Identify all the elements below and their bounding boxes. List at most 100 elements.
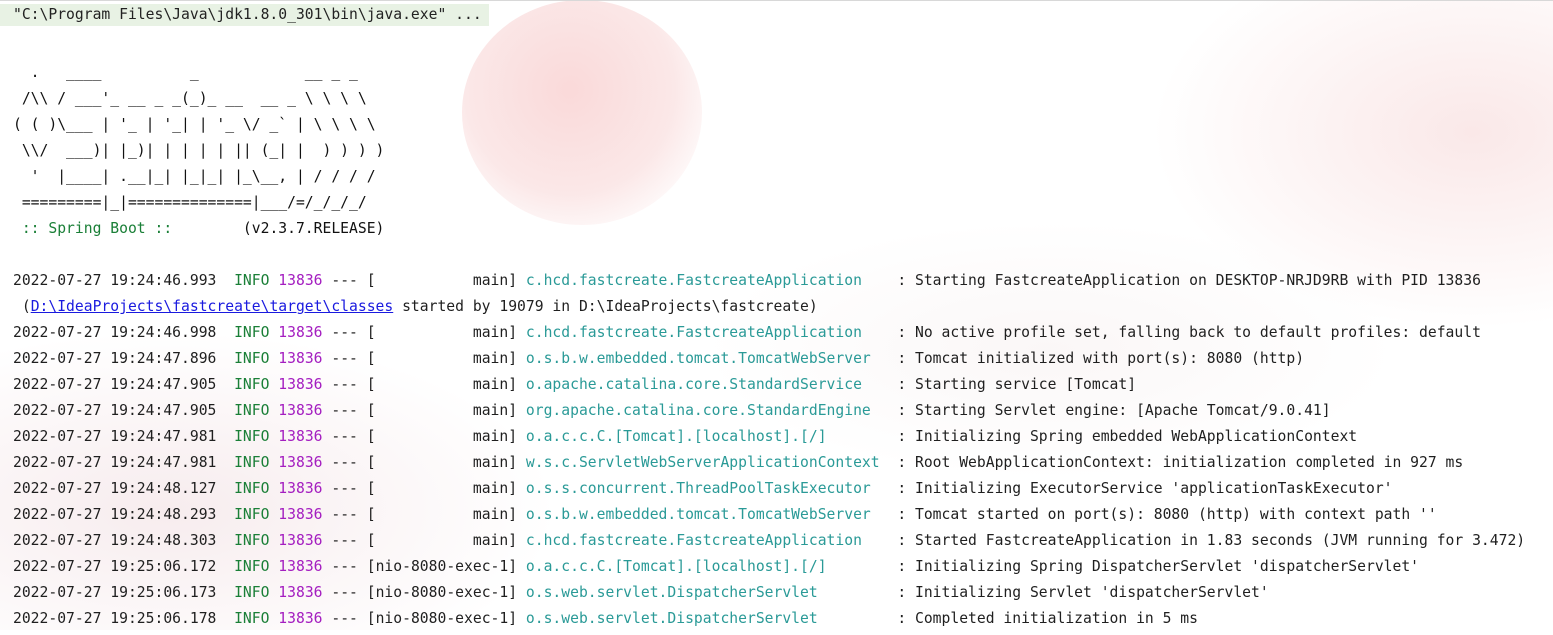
log-pid: 13836: [278, 350, 323, 367]
log-message: : Initializing Spring embedded WebApplic…: [897, 428, 1358, 445]
log-logger: c.hcd.fastcreate.FastcreateApplication: [525, 272, 889, 289]
log-message: : Started FastcreateApplication in 1.83 …: [897, 532, 1526, 549]
log-message: : Initializing Servlet 'dispatcherServle…: [897, 584, 1269, 601]
log-logger: c.hcd.fastcreate.FastcreateApplication: [525, 324, 889, 341]
log-line: 2022-07-27 19:24:47.905 INFO 13836 --- […: [13, 374, 1136, 396]
log-message: : Starting service [Tomcat]: [897, 376, 1137, 393]
log-timestamp: 2022-07-27 19:24:47.896: [13, 350, 217, 367]
log-level: INFO: [234, 350, 270, 367]
log-level: INFO: [234, 610, 270, 627]
log-separator: ---: [322, 454, 367, 471]
log-separator: ---: [322, 376, 367, 393]
log-separator: ---: [322, 428, 367, 445]
log-separator: ---: [322, 558, 367, 575]
log-logger: o.s.web.servlet.DispatcherServlet: [525, 584, 889, 601]
log-level: INFO: [234, 376, 270, 393]
log-timestamp: 2022-07-27 19:24:48.303: [13, 532, 217, 549]
log-separator: ---: [322, 324, 367, 341]
log-thread: [nio-8080-exec-1]: [366, 610, 518, 627]
log-timestamp: 2022-07-27 19:24:48.293: [13, 506, 217, 523]
log-message: : Tomcat started on port(s): 8080 (http)…: [897, 506, 1437, 523]
log-separator: ---: [322, 272, 367, 289]
log-logger: o.s.b.w.embedded.tomcat.TomcatWebServer: [525, 506, 889, 523]
log-message: : Tomcat initialized with port(s): 8080 …: [897, 350, 1305, 367]
log-separator: ---: [322, 610, 367, 627]
log-separator: ---: [322, 532, 367, 549]
log-thread: [ main]: [366, 532, 518, 549]
log-message: : Root WebApplicationContext: initializa…: [897, 454, 1464, 471]
log-thread: [ main]: [366, 324, 518, 341]
log-message: : Starting Servlet engine: [Apache Tomca…: [897, 402, 1331, 419]
banner-line: \\/ ___)| |_)| | | | | || (_| | ) ) ) ): [13, 142, 385, 159]
log-timestamp: 2022-07-27 19:24:47.905: [13, 376, 217, 393]
log-thread: [ main]: [366, 376, 518, 393]
log-logger: org.apache.catalina.core.StandardEngine: [525, 402, 889, 419]
log-pid: 13836: [278, 558, 323, 575]
log-pid: 13836: [278, 506, 323, 523]
log-pid: 13836: [278, 610, 323, 627]
continuation-suffix: started by 19079 in D:\IdeaProjects\fast…: [393, 298, 818, 315]
log-level: INFO: [234, 402, 270, 419]
run-console-output[interactable]: "C:\Program Files\Java\jdk1.8.0_301\bin\…: [0, 0, 1553, 635]
log-pid: 13836: [278, 480, 323, 497]
log-line: 2022-07-27 19:24:47.981 INFO 13836 --- […: [13, 426, 1357, 448]
log-thread: [ main]: [366, 428, 518, 445]
log-level: INFO: [234, 272, 270, 289]
log-thread: [nio-8080-exec-1]: [366, 558, 518, 575]
log-separator: ---: [322, 584, 367, 601]
log-level: INFO: [234, 558, 270, 575]
log-thread: [ main]: [366, 350, 518, 367]
log-pid: 13836: [278, 376, 323, 393]
log-pid: 13836: [278, 532, 323, 549]
log-pid: 13836: [278, 272, 323, 289]
log-message: : Completed initialization in 5 ms: [897, 610, 1198, 627]
log-thread: [ main]: [366, 480, 518, 497]
log-separator: ---: [322, 480, 367, 497]
log-line: 2022-07-27 19:24:48.127 INFO 13836 --- […: [13, 478, 1393, 500]
banner-line: ' |____| .__|_| |_|_| |_\__, | / / / /: [13, 168, 376, 185]
log-level: INFO: [234, 454, 270, 471]
log-line: 2022-07-27 19:24:48.293 INFO 13836 --- […: [13, 504, 1437, 526]
log-separator: ---: [322, 506, 367, 523]
log-logger: c.hcd.fastcreate.FastcreateApplication: [525, 532, 889, 549]
log-timestamp: 2022-07-27 19:24:47.981: [13, 428, 217, 445]
log-timestamp: 2022-07-27 19:24:46.993: [13, 272, 217, 289]
log-thread: [ main]: [366, 272, 518, 289]
log-logger: o.a.c.c.C.[Tomcat].[localhost].[/]: [525, 428, 889, 445]
log-pid: 13836: [278, 584, 323, 601]
log-line: 2022-07-27 19:24:47.896 INFO 13836 --- […: [13, 348, 1304, 370]
log-line: 2022-07-27 19:24:47.905 INFO 13836 --- […: [13, 400, 1331, 422]
log-level: INFO: [234, 584, 270, 601]
log-continuation-line: (D:\IdeaProjects\fastcreate\target\class…: [13, 296, 818, 318]
spring-boot-label: :: Spring Boot ::: [13, 220, 182, 237]
command-line[interactable]: "C:\Program Files\Java\jdk1.8.0_301\bin\…: [0, 4, 489, 26]
banner-line: ( ( )\___ | '_ | '_| | '_ \/ _` | \ \ \ …: [13, 116, 376, 133]
log-message: : No active profile set, falling back to…: [897, 324, 1481, 341]
log-level: INFO: [234, 324, 270, 341]
log-message: : Starting FastcreateApplication on DESK…: [897, 272, 1481, 289]
classpath-link[interactable]: D:\IdeaProjects\fastcreate\target\classe…: [31, 298, 394, 315]
log-line: 2022-07-27 19:24:48.303 INFO 13836 --- […: [13, 530, 1525, 552]
log-separator: ---: [322, 402, 367, 419]
log-pid: 13836: [278, 324, 323, 341]
log-pid: 13836: [278, 402, 323, 419]
log-level: INFO: [234, 428, 270, 445]
log-pid: 13836: [278, 454, 323, 471]
log-line: 2022-07-27 19:24:46.998 INFO 13836 --- […: [13, 322, 1481, 344]
log-line: 2022-07-27 19:24:46.993 INFO 13836 --- […: [13, 270, 1481, 292]
spring-boot-version: (v2.3.7.RELEASE): [181, 220, 385, 237]
banner-line: =========|_|==============|___/=/_/_/_/: [13, 194, 367, 211]
banner-line: /\\ / ___'_ __ _ _(_)_ __ __ _ \ \ \ \: [13, 90, 367, 107]
log-separator: ---: [322, 350, 367, 367]
banner-line: . ____ _ __ _ _: [13, 64, 358, 81]
log-thread: [ main]: [366, 402, 518, 419]
log-timestamp: 2022-07-27 19:25:06.178: [13, 610, 217, 627]
log-logger: o.apache.catalina.core.StandardService: [525, 376, 889, 393]
log-thread: [ main]: [366, 454, 518, 471]
continuation-prefix: (: [13, 298, 31, 315]
log-thread: [ main]: [366, 506, 518, 523]
log-message: : Initializing ExecutorService 'applicat…: [897, 480, 1393, 497]
log-timestamp: 2022-07-27 19:24:47.981: [13, 454, 217, 471]
spring-boot-version-line: :: Spring Boot :: (v2.3.7.RELEASE): [13, 218, 385, 240]
log-logger: o.s.s.concurrent.ThreadPoolTaskExecutor: [525, 480, 889, 497]
